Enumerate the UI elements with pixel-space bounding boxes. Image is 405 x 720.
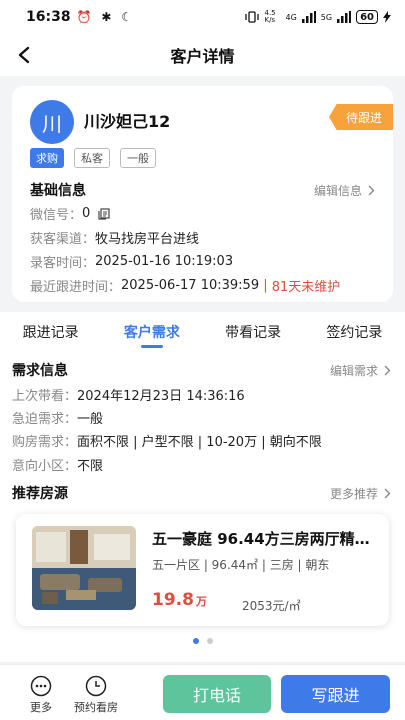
tab-viewing-records[interactable]: 带看记录 (203, 312, 304, 352)
tag-level: 一般 (120, 148, 156, 168)
purchase-value: 面积不限 | 户型不限 | 10-20万 | 朝向不限 (77, 435, 322, 450)
carousel-dot-2[interactable] (206, 638, 213, 644)
tab-follow-records[interactable]: 跟进记录 (0, 312, 101, 352)
community-label: 意向小区： (12, 459, 78, 474)
channel-label: 获客渠道： (30, 232, 96, 247)
house-title: 五一豪庭 96.44方三房两厅精装修 (152, 530, 380, 548)
urgency-value: 一般 (77, 412, 104, 427)
edit-info-label: 编辑信息 (313, 184, 362, 198)
status-bar: 16:38 ⏰ ✱ ☾ 4.5 K/s 4G 5G 60 (0, 0, 405, 34)
clock-icon (85, 675, 107, 697)
tab-customer-demand[interactable]: 客户需求 (101, 312, 202, 352)
last-visit-value: 2024年12月23日 14:36:16 (77, 389, 245, 404)
more-button[interactable]: 更多 (30, 675, 52, 715)
vibrate-icon (245, 11, 260, 23)
house-price: 19.8 万 (152, 590, 207, 610)
status-time: 16:38 (26, 9, 71, 25)
channel-row: 获客渠道： 牧马找房平台进线 (30, 228, 199, 247)
customer-name: 川沙妲己12 (84, 112, 171, 131)
write-follow-button[interactable]: 写跟进 (281, 675, 390, 713)
urgency-row: 急迫需求： 一般 (12, 408, 103, 427)
demand-title: 需求信息 (12, 363, 68, 379)
copy-icon[interactable] (98, 207, 110, 220)
call-button[interactable]: 打电话 (163, 675, 271, 713)
urgency-label: 急迫需求： (12, 412, 78, 427)
purchase-label: 购房需求： (12, 435, 78, 450)
last-follow-label: 最近跟进时间： (30, 280, 122, 295)
house-specs: 五一片区 | 96.44㎡ | 三房 | 朝东 (152, 558, 330, 572)
network-label-b: 5G (320, 12, 333, 22)
carousel-dot-1[interactable] (192, 638, 199, 644)
record-time-row: 录客时间： 2025-01-16 10:19:03 (30, 252, 233, 271)
avatar: 川 (30, 100, 74, 144)
charging-icon (383, 11, 391, 23)
house-price-unit: 万 (195, 595, 207, 608)
basic-info-title: 基础信息 (30, 183, 86, 199)
channel-value: 牧马找房平台进线 (95, 232, 200, 247)
status-right-group: 4.5 K/s 4G 5G 60 (245, 10, 391, 24)
living-room-image (32, 526, 136, 610)
house-photo (32, 526, 136, 610)
more-icon (30, 675, 52, 697)
network-speed: 4.5 K/s (264, 9, 276, 24)
separator: | (259, 278, 272, 293)
appointment-label: 预约看房 (74, 701, 118, 714)
wechat-row: 微信号： 0 (30, 204, 110, 223)
record-time-value: 2025-01-16 10:19:03 (95, 254, 234, 269)
wechat-label: 微信号： (30, 208, 83, 223)
network-label-a: 4G (285, 12, 297, 22)
tab-contract-records[interactable]: 签约记录 (304, 312, 405, 352)
house-unit-price: 2053元/㎡ (242, 599, 301, 613)
chevron-left-icon (18, 46, 30, 64)
community-value: 不限 (77, 459, 104, 474)
maintenance-warning: 81天未维护 (271, 280, 341, 295)
chevron-right-icon (384, 365, 391, 376)
more-recommend-label: 更多推荐 (329, 487, 378, 501)
customer-card: 川 川沙妲己12 待跟进 求购 私客 一般 基础信息 编辑信息 微信号： 0 获… (12, 86, 393, 302)
back-button[interactable] (12, 43, 36, 67)
tag-purchase: 求购 (30, 148, 64, 168)
tag-private: 私客 (74, 148, 110, 168)
last-follow-value: 2025-06-17 10:39:59 (121, 278, 260, 293)
customer-tags: 求购 私客 一般 (30, 148, 156, 168)
nav-bar: 客户详情 (0, 34, 405, 76)
community-row: 意向小区： 不限 (12, 455, 103, 474)
signal-icon-2 (337, 11, 352, 23)
page-title: 客户详情 (170, 47, 235, 66)
recommend-title: 推荐房源 (12, 486, 68, 502)
follow-status-badge: 待跟进 (329, 104, 393, 130)
edit-demand-link[interactable]: 编辑需求 (330, 362, 391, 379)
house-price-value: 19.8 (152, 590, 194, 610)
wechat-value: 0 (82, 206, 91, 221)
record-time-label: 录客时间： (30, 256, 96, 271)
chevron-right-icon (368, 185, 375, 196)
edit-demand-label: 编辑需求 (329, 364, 378, 378)
house-listing-card[interactable]: 五一豪庭 96.44方三房两厅精装修 五一片区 | 96.44㎡ | 三房 | … (16, 514, 389, 626)
battery-icon: 60 (356, 10, 378, 24)
edit-info-link[interactable]: 编辑信息 (314, 182, 375, 199)
signal-icon (301, 11, 316, 23)
more-recommend-link[interactable]: 更多推荐 (330, 485, 391, 502)
last-visit-label: 上次带看： (12, 389, 78, 404)
carousel-dots (0, 638, 405, 644)
more-label: 更多 (30, 701, 52, 714)
chevron-right-icon (384, 488, 391, 499)
last-follow-row: 最近跟进时间： 2025-06-17 10:39:59 | 81天未维护 (30, 276, 340, 295)
purchase-row: 购房需求： 面积不限 | 户型不限 | 10-20万 | 朝向不限 (12, 431, 322, 450)
status-left-icons: ⏰ ✱ ☾ (76, 10, 135, 24)
bottom-action-bar: 更多 预约看房 打电话 写跟进 (0, 664, 405, 720)
last-visit-row: 上次带看： 2024年12月23日 14:36:16 (12, 385, 245, 404)
detail-tabs: 跟进记录 客户需求 带看记录 签约记录 (0, 312, 405, 352)
appointment-button[interactable]: 预约看房 (74, 675, 118, 715)
